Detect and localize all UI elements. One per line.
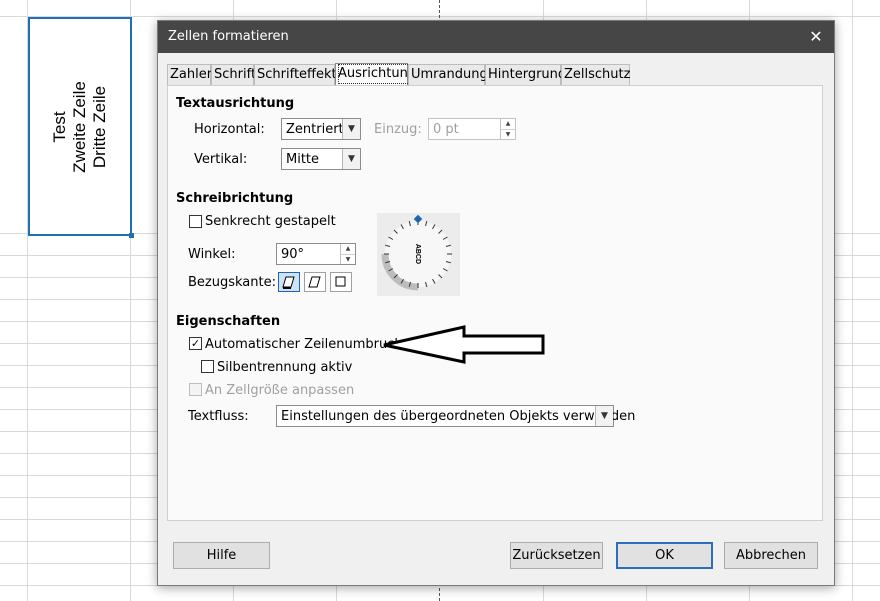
- alignment-tab-panel: Textausrichtung Horizontal: Zentriert ▼ …: [167, 85, 823, 521]
- rotation-dial[interactable]: ABCD: [377, 213, 460, 296]
- row-gridline: [0, 16, 880, 17]
- dial-graphic: ABCD: [381, 214, 452, 291]
- tab-hintergrund[interactable]: Hintergrund: [485, 64, 566, 85]
- edge-bottom-icon: [282, 276, 295, 289]
- cell-line-1: Test: [50, 110, 69, 143]
- dial-text: ABCD: [414, 244, 421, 264]
- hyphenation-checkbox[interactable]: [201, 360, 214, 373]
- reference-edge-group: [278, 272, 358, 292]
- edge-top-icon: [308, 276, 321, 288]
- spin-arrows-icon[interactable]: ▲ ▼: [340, 244, 355, 264]
- selected-cell[interactable]: Test Zweite Zeile Dritte Zeile: [28, 17, 134, 238]
- reference-edge-bottom-button[interactable]: [278, 272, 300, 292]
- tab-schrift[interactable]: Schrift: [211, 64, 256, 85]
- tab-umrandung[interactable]: Umrandung: [408, 64, 488, 85]
- ok-button[interactable]: OK: [616, 542, 713, 569]
- vertical-label: Vertikal:: [194, 152, 248, 167]
- reference-edge-top-button[interactable]: [304, 272, 326, 292]
- vertical-alignment-select[interactable]: Mitte ▼: [281, 148, 361, 170]
- arrow-left-icon: [383, 325, 545, 364]
- edge-inside-icon: [335, 276, 346, 287]
- angle-label: Winkel:: [188, 247, 236, 262]
- chevron-down-icon[interactable]: ▼: [342, 119, 360, 139]
- horizontal-alignment-select[interactable]: Zentriert ▼: [281, 118, 361, 140]
- section-title-properties: Eigenschaften: [176, 314, 281, 329]
- tab-zahlen[interactable]: Zahlen: [167, 64, 215, 85]
- section-title-text-alignment: Textausrichtung: [176, 96, 295, 111]
- stacked-checkbox[interactable]: [189, 215, 202, 228]
- spin-arrows-icon[interactable]: ▲ ▼: [500, 119, 515, 139]
- shrink-to-fit-checkbox[interactable]: [189, 383, 202, 396]
- wrap-text-checkbox[interactable]: ✓: [189, 337, 202, 350]
- reference-edge-label: Bezugskante:: [188, 275, 276, 290]
- reset-button[interactable]: Zurücksetzen: [510, 542, 603, 569]
- reference-edge-inside-button[interactable]: [330, 272, 352, 292]
- indent-label: Einzug:: [374, 122, 422, 137]
- textflow-select[interactable]: Einstellungen des übergeordneten Objekts…: [276, 405, 635, 427]
- angle-spinner[interactable]: 90° ▲ ▼: [276, 243, 356, 265]
- tab-zellschutz[interactable]: Zellschutz: [561, 64, 630, 85]
- tab-ausrichtung[interactable]: Ausrichtung: [335, 63, 417, 86]
- autofill-handle[interactable]: [129, 233, 134, 238]
- cancel-button[interactable]: Abbrechen: [724, 542, 818, 569]
- section-title-text-orientation: Schreibrichtung: [176, 191, 294, 206]
- close-icon[interactable]: ✕: [804, 25, 828, 49]
- indent-spinner[interactable]: 0 pt ▲ ▼: [428, 118, 516, 140]
- cell-line-2: Zweite Zeile: [70, 80, 89, 173]
- cell-line-3: Dritte Zeile: [90, 85, 109, 168]
- cell-content: Test Zweite Zeile Dritte Zeile: [50, 81, 110, 173]
- textflow-label: Textfluss:: [188, 409, 249, 424]
- help-button[interactable]: Hilfe: [173, 542, 270, 569]
- stacked-label: Senkrecht gestapelt: [205, 214, 336, 229]
- chevron-down-icon[interactable]: ▼: [342, 149, 360, 169]
- dialog-titlebar[interactable]: Zellen formatieren ✕: [158, 21, 834, 53]
- dialog-title: Zellen formatieren: [168, 29, 289, 44]
- chevron-down-icon[interactable]: ▼: [595, 406, 613, 426]
- format-cells-dialog: Zellen formatieren ✕ Zahlen Schrift Schr…: [157, 20, 835, 586]
- tab-schrifteffekte[interactable]: Schrifteffekte: [254, 64, 345, 85]
- column-gridline: [852, 0, 853, 601]
- hyphenation-label: Silbentrennung aktiv: [217, 360, 353, 375]
- shrink-to-fit-label: An Zellgröße anpassen: [205, 383, 355, 398]
- wrap-text-label: Automatischer Zeilenumbruch: [205, 337, 403, 352]
- horizontal-label: Horizontal:: [194, 122, 265, 137]
